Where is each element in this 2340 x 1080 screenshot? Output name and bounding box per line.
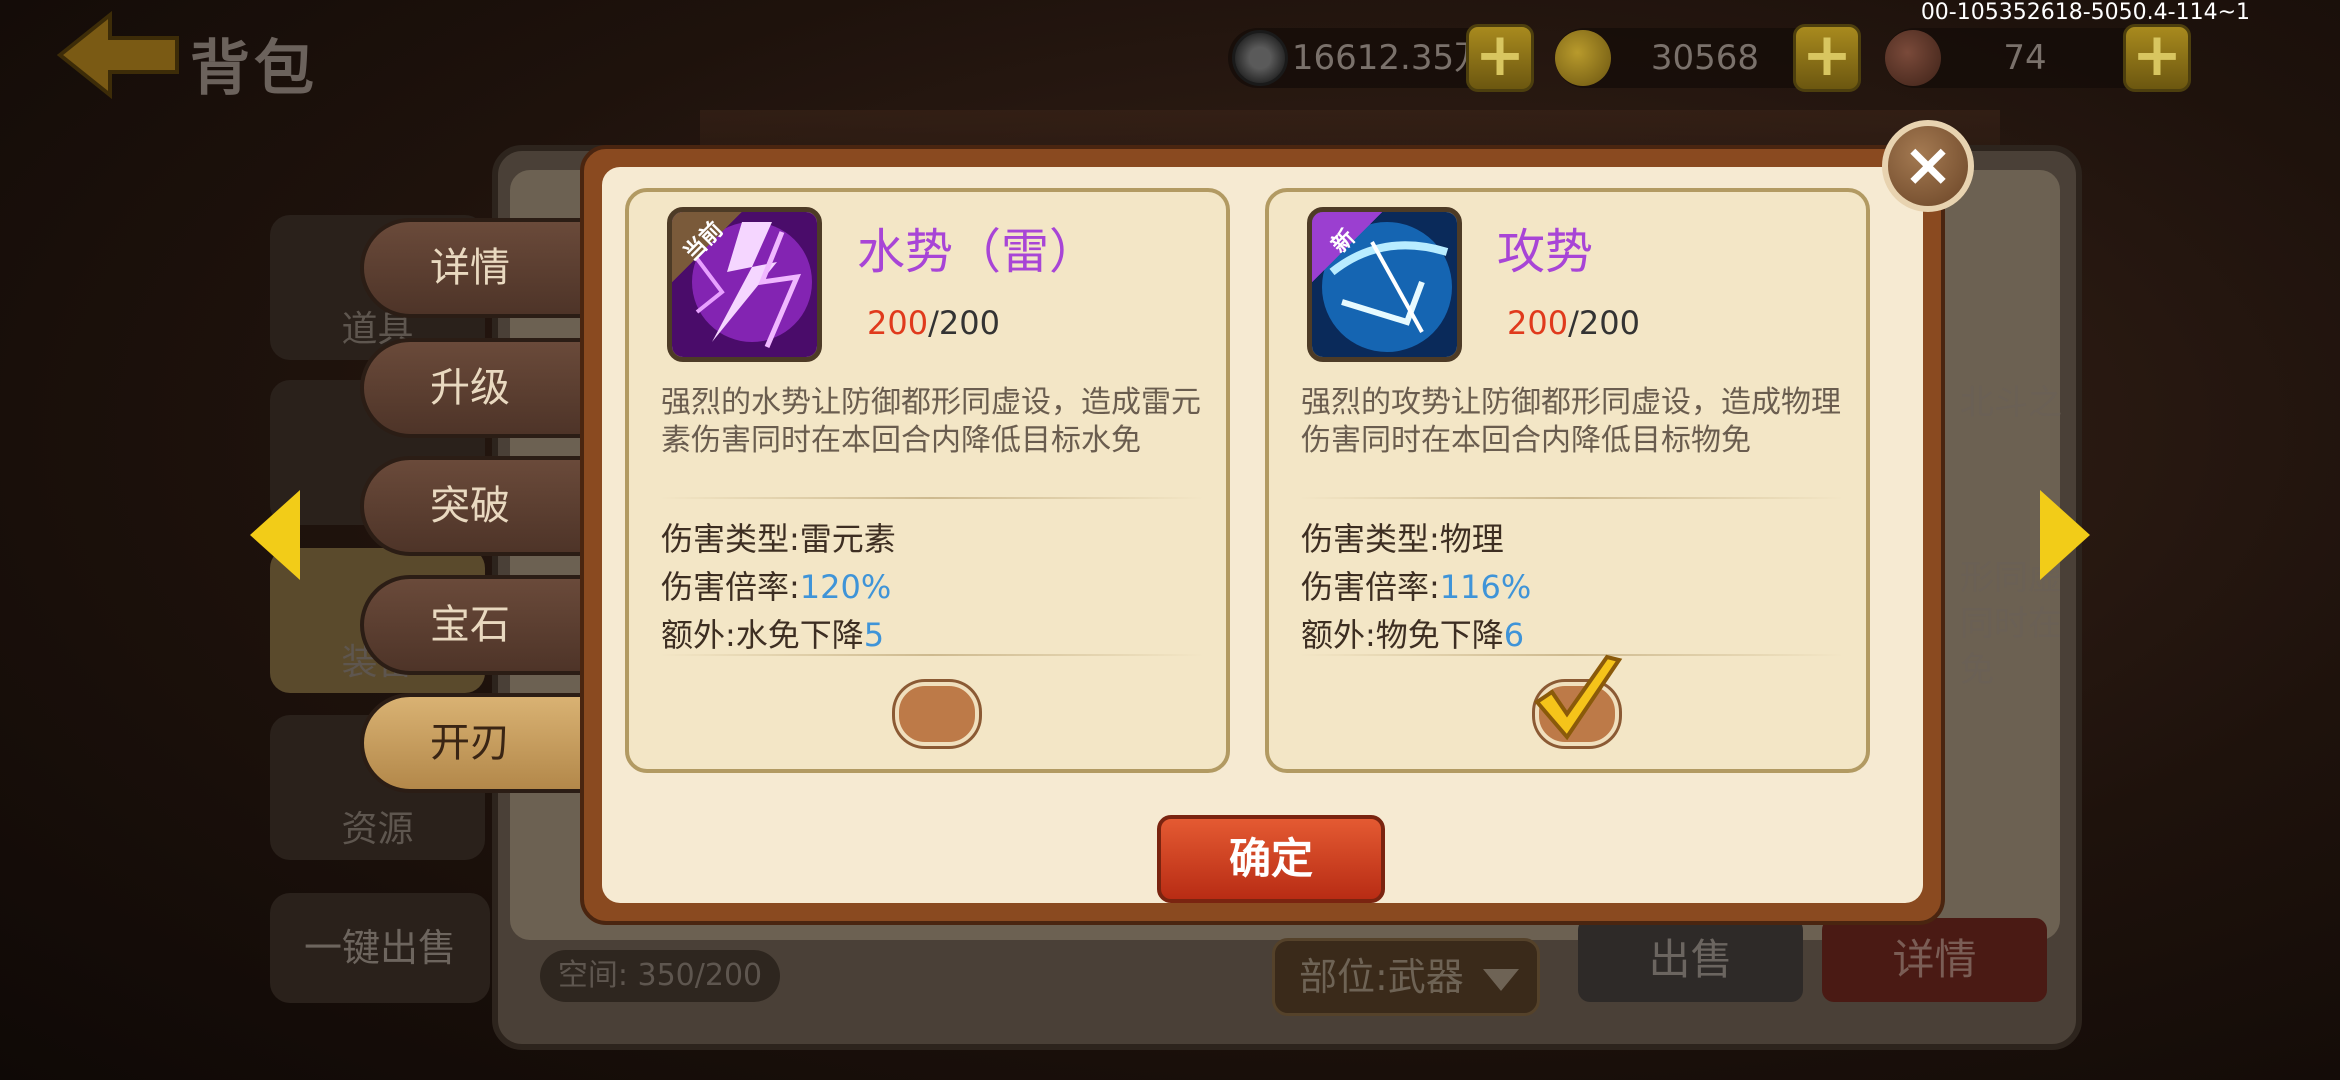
back-arrow-icon — [56, 10, 179, 100]
current-badge: 当前 — [672, 212, 742, 282]
close-button[interactable]: × — [1882, 120, 1974, 212]
background-desc-line: 同时在 — [1960, 604, 2062, 644]
tab-breakthrough[interactable]: 突破 — [360, 456, 590, 556]
damage-type: 伤害类型:物理 — [1301, 520, 1504, 558]
new-badge: 新 — [1312, 212, 1382, 282]
session-code: 00-105352618-5050.4-114~1 — [1920, 0, 2250, 25]
currency-coin: 16612.35万 + — [1228, 24, 1534, 92]
slot-filter-dropdown[interactable]: 部位:武器 — [1272, 938, 1540, 1016]
divider — [1299, 497, 1844, 499]
skill-count: 200/200 — [867, 304, 1000, 342]
coin-icon — [1232, 30, 1288, 86]
extra-effect: 额外:物免下降6 — [1301, 616, 1525, 654]
damage-type: 伤害类型:雷元素 — [661, 520, 896, 558]
skill-description: 强烈的攻势让防御都形同虚设，造成物理伤害同时在本回合内降低目标物免 — [1301, 385, 1841, 458]
meat-icon — [1885, 30, 1941, 86]
select-radio[interactable] — [895, 682, 979, 746]
skill-name: 水势（雷） — [857, 224, 1098, 280]
background-desc-line: 北斗之 — [1960, 383, 2062, 423]
skill-name: 攻势 — [1497, 224, 1594, 280]
skill-card-current[interactable]: 当前 水势（雷） 200/200 强烈的水势让防御都形同虚设，造成雷元素伤害同时… — [625, 188, 1230, 773]
divider — [659, 497, 1204, 499]
coin-value: 16612.35万 — [1291, 38, 1489, 78]
gold-value: 30568 — [1650, 38, 1760, 78]
extra-effect: 额外:水免下降5 — [661, 616, 885, 654]
damage-multiplier: 伤害倍率:120% — [661, 568, 892, 606]
skill-card-new[interactable]: 新 攻势 200/200 强烈的攻势让防御都形同虚设，造成物理伤害同时在本回合内… — [1265, 188, 1870, 773]
sell-button[interactable]: 出售 — [1578, 918, 1803, 1002]
tab-gem[interactable]: 宝石 — [360, 575, 590, 675]
stamina-value: 74 — [2003, 38, 2047, 78]
background-desc-line: 免 — [1960, 650, 1994, 690]
next-arrow-button[interactable] — [2040, 490, 2090, 580]
space-indicator: 空间: 350/200 — [540, 950, 780, 1002]
sell-all-button[interactable]: 一键出售 — [270, 893, 490, 1003]
lightning-skill-icon: 当前 — [667, 207, 822, 362]
currency-gold: 30568 + — [1555, 24, 1861, 92]
prev-arrow-button[interactable] — [250, 490, 300, 580]
skill-count: 200/200 — [1507, 304, 1640, 342]
detail-button[interactable]: 详情 — [1822, 918, 2047, 1002]
damage-multiplier: 伤害倍率:116% — [1301, 568, 1532, 606]
add-stamina-button[interactable]: + — [2123, 24, 2191, 92]
page-title: 背包 — [190, 34, 318, 104]
slash-skill-icon: 新 — [1307, 207, 1462, 362]
gold-ingot-icon — [1555, 30, 1611, 86]
tab-sharpen[interactable]: 开刃 — [360, 693, 590, 793]
divider — [659, 654, 1204, 656]
skill-description: 强烈的水势让防御都形同虚设，造成雷元素伤害同时在本回合内降低目标水免 — [661, 385, 1201, 458]
tab-details[interactable]: 详情 — [360, 218, 590, 318]
chevron-down-icon — [1483, 969, 1519, 991]
back-arrow-button[interactable] — [55, 10, 185, 100]
tab-upgrade[interactable]: 升级 — [360, 338, 590, 438]
add-gold-button[interactable]: + — [1793, 24, 1861, 92]
checkmark-icon — [1534, 654, 1623, 741]
currency-stamina: 74 + — [1885, 24, 2191, 92]
add-coin-button[interactable]: + — [1466, 24, 1534, 92]
confirm-button[interactable]: 确定 — [1157, 815, 1385, 903]
